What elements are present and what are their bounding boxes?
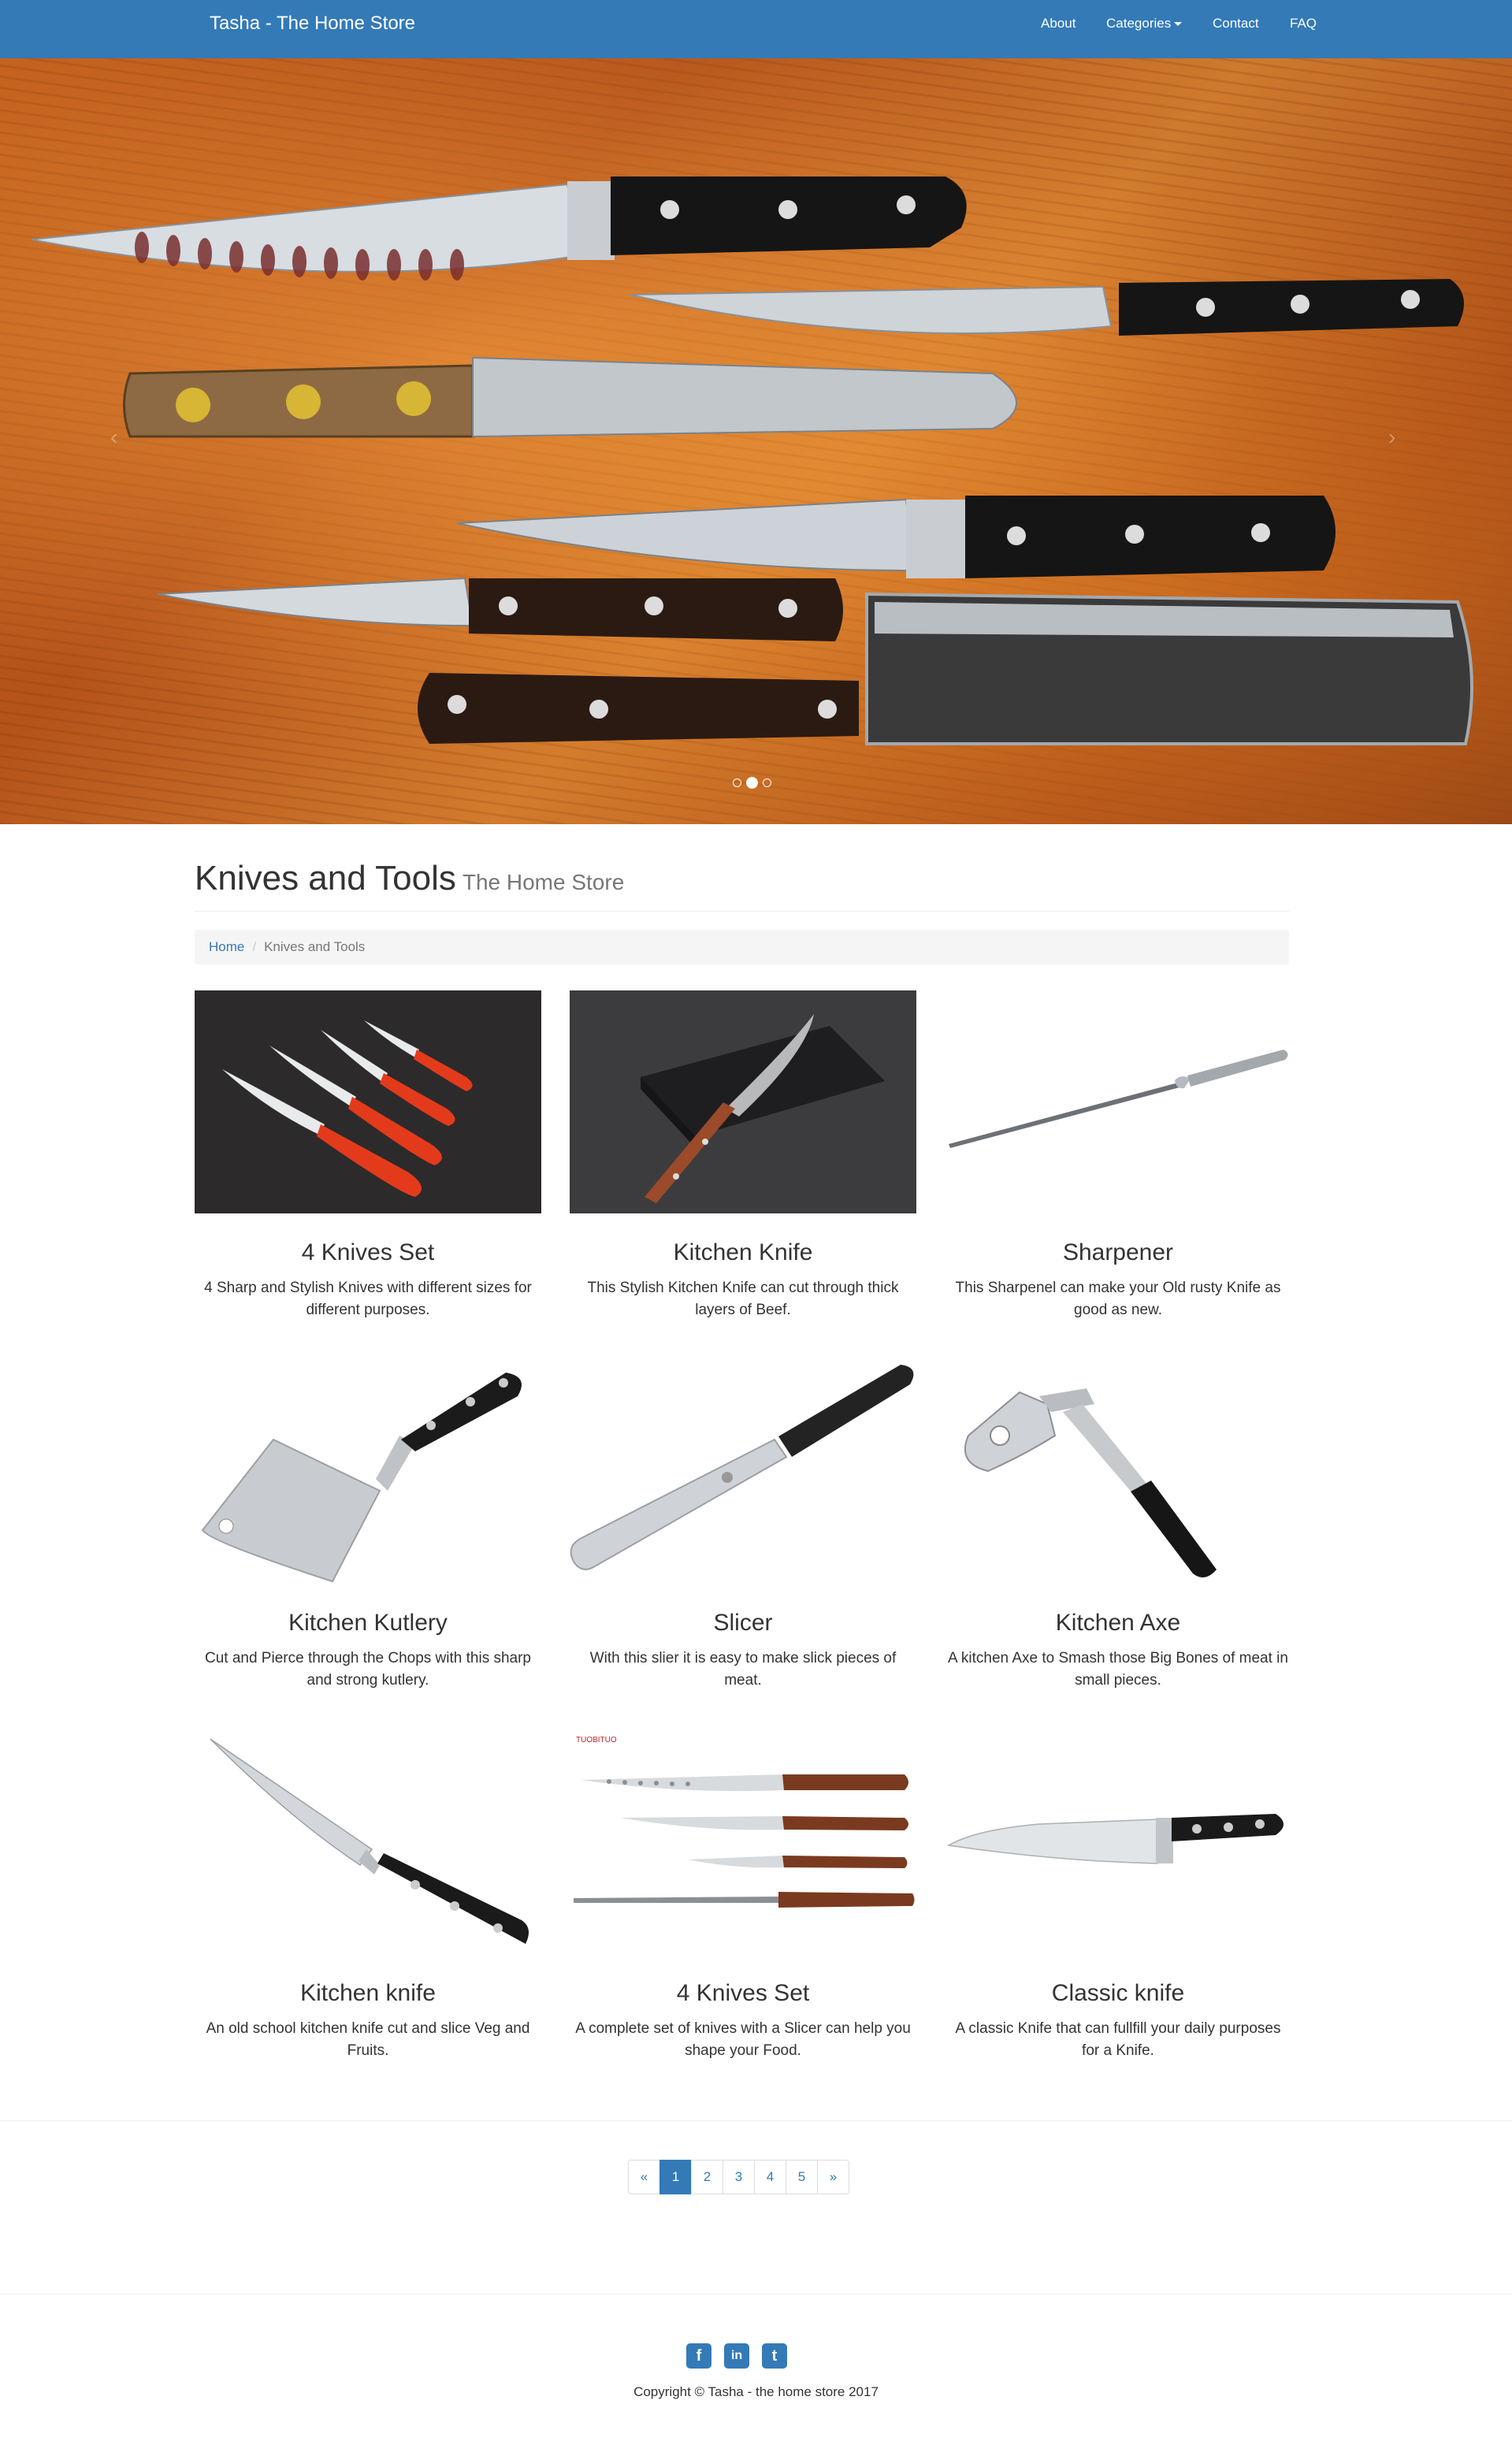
product-image[interactable] [195, 1731, 541, 1954]
navbar: Tasha - The Home Store About Categories … [0, 0, 1512, 58]
product-title[interactable]: Classic knife [945, 1980, 1291, 2007]
product-image[interactable] [570, 1361, 916, 1584]
pagination-next[interactable]: » [817, 2160, 849, 2194]
product-title[interactable]: Kitchen Knife [570, 1239, 916, 1266]
product-image[interactable] [195, 990, 541, 1213]
twitter-icon[interactable]: t [762, 2343, 787, 2369]
product-title[interactable]: Slicer [570, 1610, 916, 1637]
product-image[interactable] [945, 1361, 1291, 1584]
facebook-icon[interactable]: f [686, 2343, 711, 2369]
product-image[interactable] [195, 1361, 541, 1584]
product-image[interactable] [570, 990, 916, 1213]
page-header: Knives and Tools The Home Store [195, 859, 1289, 912]
pagination-page-2[interactable]: 2 [691, 2160, 723, 2194]
pagination-page-3[interactable]: 3 [723, 2160, 755, 2194]
carousel-next-icon[interactable]: › [1388, 425, 1395, 450]
product-title[interactable]: 4 Knives Set [195, 1239, 541, 1266]
pagination-page-1[interactable]: 1 [659, 2160, 692, 2194]
divider [0, 2120, 1512, 2121]
nav-categories-dropdown[interactable]: Categories [1106, 0, 1183, 47]
product-description: A complete set of knives with a Slicer c… [575, 2020, 911, 2059]
product-title[interactable]: Kitchen Axe [945, 1610, 1291, 1637]
product-image[interactable] [945, 1731, 1291, 1954]
product-description: This Stylish Kitchen Knife can cut throu… [587, 1280, 899, 1318]
product-brand-mark: TUOBITUO [576, 1736, 617, 1744]
product-image[interactable] [945, 990, 1291, 1213]
pagination-page-4[interactable]: 4 [754, 2160, 786, 2194]
breadcrumb-current: Knives and Tools [264, 939, 366, 954]
nav-contact[interactable]: Contact [1213, 0, 1259, 47]
product-description: An old school kitchen knife cut and slic… [206, 2020, 530, 2059]
carousel-indicators [733, 777, 771, 789]
breadcrumb: Home / Knives and Tools [195, 930, 1289, 964]
linkedin-icon[interactable]: in [724, 2343, 749, 2369]
social-links: f in t [686, 2343, 787, 2369]
nav-faq[interactable]: FAQ [1290, 0, 1317, 47]
pagination: « 1 2 3 4 5 » [628, 2160, 849, 2194]
product-description: A classic Knife that can fullfill your d… [955, 2020, 1281, 2059]
product-title[interactable]: Kitchen Kutlery [195, 1610, 541, 1637]
page-title: Knives and Tools [195, 859, 456, 897]
nav-about[interactable]: About [1041, 0, 1075, 47]
product-description: This Sharpenel can make your Old rusty K… [955, 1280, 1281, 1318]
carousel-indicator-1[interactable] [733, 778, 741, 787]
carousel-prev-icon[interactable]: ‹ [110, 425, 117, 450]
brand-link[interactable]: Tasha - The Home Store [210, 0, 415, 47]
breadcrumb-separator: / [252, 939, 257, 954]
hero-carousel: ‹ › [0, 58, 1512, 824]
product-description: Cut and Pierce through the Chops with th… [204, 1650, 531, 1689]
product-title[interactable]: Sharpener [945, 1239, 1291, 1266]
page-subtitle: The Home Store [462, 870, 625, 894]
product-image[interactable]: TUOBITUO [570, 1731, 916, 1954]
product-description: 4 Sharp and Stylish Knives with differen… [204, 1280, 532, 1318]
caret-down-icon [1174, 22, 1183, 27]
breadcrumb-home[interactable]: Home [209, 939, 244, 954]
carousel-indicator-2[interactable] [746, 777, 758, 789]
product-title[interactable]: 4 Knives Set [570, 1980, 916, 2007]
copyright-text: Copyright © Tasha - the home store 2017 [633, 2384, 879, 2399]
nav-categories-label: Categories [1106, 16, 1172, 31]
pagination-page-5[interactable]: 5 [786, 2160, 818, 2194]
product-description: A kitchen Axe to Smash those Big Bones o… [948, 1650, 1288, 1689]
pagination-prev[interactable]: « [628, 2160, 660, 2194]
carousel-indicator-3[interactable] [763, 778, 771, 787]
product-description: With this slier it is easy to make slick… [589, 1650, 897, 1689]
hero-knives-image [31, 176, 1473, 745]
product-title[interactable]: Kitchen knife [195, 1980, 541, 2007]
